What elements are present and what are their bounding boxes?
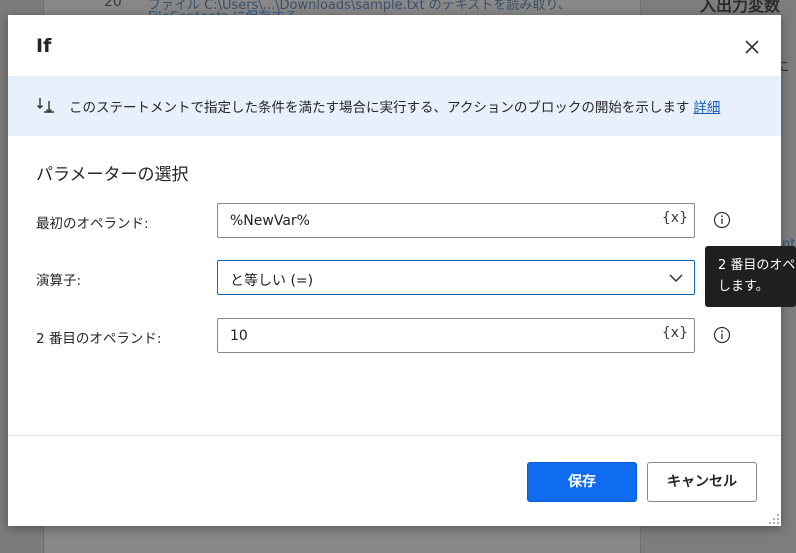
close-icon — [745, 40, 759, 54]
if-action-icon — [37, 98, 54, 113]
info-banner: このステートメントで指定した条件を満たす場合に実行する、アクションのブロックの開… — [8, 76, 781, 136]
second-operand-info-icon[interactable] — [713, 326, 731, 344]
first-operand-label: 最初のオペランド: — [36, 216, 149, 232]
save-button[interactable]: 保存 — [527, 462, 637, 502]
first-operand-value: %NewVar% — [230, 213, 310, 229]
info-text: このステートメントで指定した条件を満たす場合に実行する、アクションのブロックの開… — [69, 100, 690, 116]
second-operand-variable-button[interactable]: {x} — [662, 325, 688, 341]
second-operand-label: 2 番目のオペランド: — [36, 331, 162, 347]
first-operand-input[interactable]: %NewVar% {x} — [217, 203, 695, 238]
learn-more-link[interactable]: 詳細 — [693, 100, 720, 116]
second-operand-input[interactable]: 10 {x} — [217, 318, 695, 353]
footer-divider — [8, 435, 781, 436]
operator-label: 演算子: — [36, 273, 82, 289]
first-operand-info-icon[interactable] — [713, 211, 731, 229]
section-title: パラメーターの選択 — [36, 165, 189, 185]
tooltip-line-2: します。 — [718, 279, 769, 294]
background-line-number: 20 — [104, 0, 122, 10]
operator-value: と等しい (=) — [230, 273, 314, 289]
background-panel-title: 入出力変数 — [700, 0, 781, 15]
second-operand-value: 10 — [230, 328, 248, 344]
first-operand-variable-button[interactable]: {x} — [662, 210, 688, 226]
cancel-button[interactable]: キャンセル — [647, 462, 757, 502]
close-button[interactable] — [742, 37, 762, 57]
resize-grip-icon[interactable] — [768, 513, 780, 525]
dialog-title: If — [36, 35, 52, 57]
operator-dropdown[interactable]: と等しい (=) — [217, 260, 695, 295]
tooltip-line-1: 2 番目のオペ — [718, 258, 796, 273]
if-dialog: If このステートメントで指定した条件を満たす場合に実行する、アクションのブロッ… — [8, 15, 781, 526]
chevron-down-icon — [669, 274, 683, 283]
tooltip: 2 番目のオペ します。 — [705, 246, 796, 307]
info-description: このステートメントで指定した条件を満たす場合に実行する、アクションのブロックの開… — [69, 96, 720, 116]
